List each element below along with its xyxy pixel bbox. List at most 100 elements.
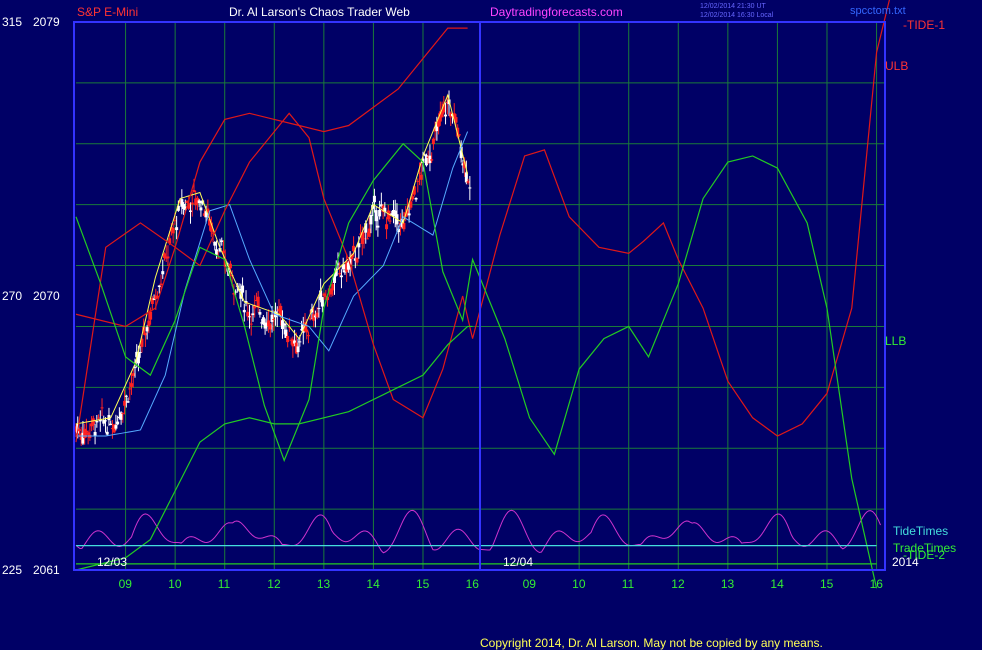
price-bar — [143, 332, 147, 336]
price-bar — [339, 275, 343, 278]
x-tick-label: 10 — [572, 577, 586, 591]
price-bar — [376, 225, 380, 228]
price-bar — [468, 187, 472, 189]
site-title: Dr. Al Larson's Chaos Trader Web — [229, 5, 410, 19]
price-bar — [286, 336, 290, 343]
x-tick-label: 09 — [119, 577, 133, 591]
price-bar — [159, 283, 163, 286]
price-bar — [388, 220, 392, 222]
price-bar — [306, 335, 310, 337]
price-bar — [215, 249, 219, 255]
price-bar — [331, 284, 335, 291]
price-bar — [157, 285, 161, 288]
price-bar — [270, 314, 274, 322]
price-bar — [367, 228, 371, 237]
x-tick-label: 09 — [523, 577, 537, 591]
price-bar — [457, 134, 461, 136]
price-bar — [372, 195, 376, 203]
price-bar — [369, 215, 373, 225]
y-price-label: 2070 — [33, 289, 60, 303]
price-bar — [189, 210, 193, 213]
x-tick-label: 13 — [721, 577, 735, 591]
day-label-1204: 12/04 — [503, 555, 533, 569]
price-bar — [247, 316, 251, 318]
price-bar — [175, 227, 179, 231]
x-tick-label: 15 — [416, 577, 430, 591]
price-bar — [84, 430, 88, 433]
price-bar — [103, 420, 107, 422]
price-bar — [256, 296, 260, 308]
price-bar — [241, 285, 245, 293]
price-bar — [100, 407, 104, 409]
instrument-label: S&P E-Mini — [77, 5, 138, 19]
price-bar — [411, 196, 415, 200]
price-bar — [145, 327, 149, 332]
price-bar — [320, 297, 324, 307]
price-bar — [378, 209, 382, 217]
price-bar — [272, 319, 276, 321]
price-bar — [268, 324, 272, 330]
x-tick-label: 16 — [466, 577, 480, 591]
x-tick-label: 10 — [168, 577, 182, 591]
price-bar — [161, 271, 165, 275]
label-ulb: ULB — [885, 59, 908, 73]
price-bar — [91, 418, 95, 425]
x-tick-label: 12 — [671, 577, 685, 591]
price-bar — [296, 346, 300, 353]
price-bar — [128, 388, 132, 390]
price-bar — [95, 421, 99, 423]
price-bar — [190, 202, 194, 205]
site-url: Daytradingforecasts.com — [490, 5, 623, 19]
price-bar — [308, 318, 312, 320]
price-bar — [305, 329, 309, 333]
y-tick-label: 225 — [2, 563, 22, 577]
y-tick-label: 315 — [2, 15, 22, 29]
day-label-1203: 12/03 — [97, 555, 127, 569]
price-bar — [173, 220, 177, 222]
price-bar — [312, 314, 316, 321]
price-bar — [220, 240, 224, 242]
price-bar — [315, 312, 319, 318]
price-bar — [86, 432, 90, 435]
price-bar — [105, 431, 109, 435]
price-bar — [444, 114, 448, 117]
price-bar — [317, 308, 321, 310]
price-bar — [430, 159, 434, 161]
price-bar — [166, 256, 170, 259]
price-bar — [123, 400, 127, 406]
label-tide2: -TIDE-2 — [903, 548, 945, 562]
filename-label: spcctom.txt — [850, 5, 906, 17]
price-bar — [385, 224, 389, 230]
price-bar — [97, 417, 101, 419]
price-bar — [246, 311, 250, 317]
price-bar — [130, 383, 134, 387]
price-bar — [109, 423, 113, 425]
price-bar — [402, 222, 406, 230]
price-bar — [131, 373, 135, 376]
price-bar — [407, 213, 411, 216]
x-tick-label: 14 — [366, 577, 380, 591]
price-bar — [282, 323, 286, 326]
price-bar — [171, 227, 175, 234]
copyright: Copyright 2014, Dr. Al Larson. May not b… — [480, 636, 823, 650]
price-bar — [126, 401, 130, 403]
label-llb: LLB — [885, 334, 906, 348]
price-bar — [355, 257, 359, 263]
price-bar — [414, 197, 418, 200]
price-bar — [199, 207, 203, 211]
timestamp-local: 12/02/2014 16:30 Local — [700, 12, 774, 19]
price-bar — [409, 201, 413, 208]
y-price-label: 2061 — [33, 563, 60, 577]
price-bar — [147, 320, 151, 326]
price-bar — [466, 181, 470, 183]
x-tick-label: 13 — [317, 577, 331, 591]
label-tide1: -TIDE-1 — [903, 18, 945, 32]
y-tick-label: 270 — [2, 289, 22, 303]
price-bar — [298, 341, 302, 343]
price-bar — [374, 210, 378, 222]
price-bar — [249, 323, 253, 325]
price-bar — [322, 293, 326, 296]
x-tick-label: 14 — [770, 577, 784, 591]
price-bar — [362, 238, 366, 240]
price-bar — [213, 241, 217, 246]
